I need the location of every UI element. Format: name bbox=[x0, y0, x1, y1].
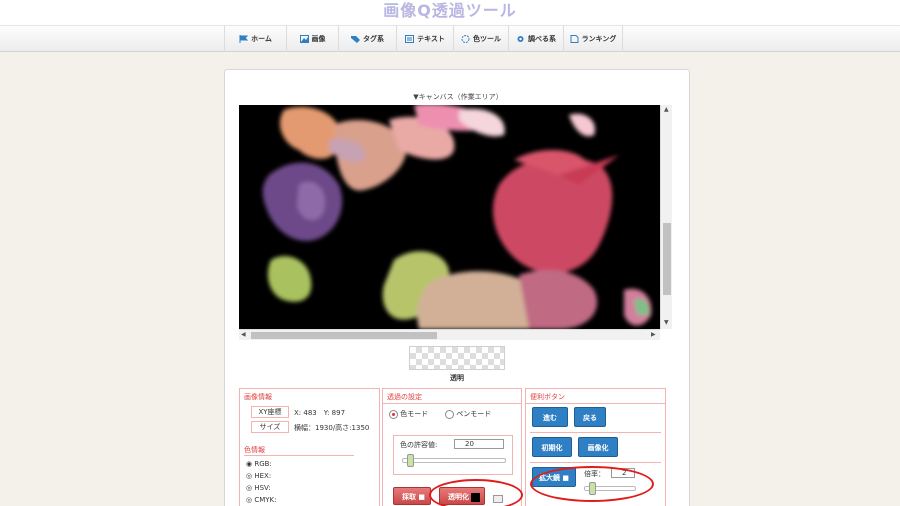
tag-icon bbox=[351, 35, 360, 43]
transparent-swatch bbox=[409, 346, 505, 370]
text-icon bbox=[405, 35, 415, 43]
nav-text-label: テキスト bbox=[417, 35, 445, 43]
scroll-up-icon[interactable]: ▲ bbox=[664, 106, 669, 114]
nav-tags-label: タグ系 bbox=[363, 35, 384, 43]
tolerance-input[interactable]: 20 bbox=[454, 439, 504, 449]
nav-home[interactable]: ホーム bbox=[224, 26, 286, 52]
flag-icon bbox=[239, 35, 249, 43]
xy-label: XY座標 bbox=[251, 406, 289, 418]
nav-tags[interactable]: タグ系 bbox=[338, 26, 396, 52]
transparency-settings-box: 透過の設定 色モード ペンモード 色の許容値: 20 採取 ■ 透明化 bbox=[382, 388, 523, 506]
to-image-button[interactable]: 画像化 bbox=[578, 437, 618, 457]
undo-button[interactable]: 戻る bbox=[574, 407, 606, 427]
nav-color-tools-label: 色ツール bbox=[473, 35, 501, 43]
tolerance-group: 色の許容値: 20 bbox=[393, 435, 513, 475]
site-header: 画像Q透過ツール bbox=[0, 0, 900, 26]
nav-ranking-label: ランキング bbox=[581, 35, 617, 43]
tolerance-slider[interactable] bbox=[402, 458, 506, 463]
vertical-scroll-thumb[interactable] bbox=[663, 223, 671, 295]
redo-button[interactable]: 進む bbox=[532, 407, 568, 427]
main-nav: ホーム 画像 タグ系 テキスト 色ツール 調べる系 ランキング bbox=[0, 26, 900, 52]
transparency-title: 透過の設定 bbox=[387, 393, 422, 401]
canvas-image bbox=[262, 105, 652, 329]
hsv-label: HSV: bbox=[254, 484, 271, 492]
select-color-button[interactable]: 採取 ■ bbox=[393, 487, 431, 505]
xy-value: X: 483 Y: 897 bbox=[294, 409, 346, 417]
select-color-label: 採取 bbox=[402, 493, 416, 501]
utility-divider-3 bbox=[530, 462, 661, 463]
scroll-left-icon[interactable]: ◀ bbox=[241, 331, 246, 339]
color-info-title: 色情報 bbox=[244, 446, 265, 454]
image-info-title: 画像情報 bbox=[244, 393, 272, 401]
transparency-divider bbox=[383, 403, 521, 404]
radio-selected-icon bbox=[389, 409, 398, 419]
reset-button[interactable]: 初期化 bbox=[532, 437, 572, 457]
tool-panel: ▼キャンバス（作業エリア） ▲ ▼ ◀ ▶ 透明 画像情報 XY座標 X: 48… bbox=[224, 69, 690, 506]
canvas-title: ▼キャンバス（作業エリア） bbox=[413, 93, 503, 101]
nav-lookup-label: 調べる系 bbox=[528, 35, 556, 43]
highlight-circle bbox=[429, 479, 523, 506]
palette-icon bbox=[461, 35, 470, 43]
mode-pen-label: ペンモード bbox=[456, 410, 492, 418]
color-option-rgb[interactable]: ◉ RGB: bbox=[246, 460, 272, 468]
color-option-hsv[interactable]: ◎ HSV: bbox=[246, 484, 271, 492]
tolerance-label: 色の許容値: bbox=[400, 441, 438, 449]
work-canvas[interactable] bbox=[239, 105, 660, 329]
nav-ranking[interactable]: ランキング bbox=[563, 26, 623, 52]
image-info-box: 画像情報 XY座標 X: 483 Y: 897 サイズ 横幅：1930/高さ:1… bbox=[239, 388, 380, 506]
radio-unselected-icon bbox=[445, 409, 454, 419]
transparent-label: 透明 bbox=[450, 374, 464, 382]
utility-buttons-box: 便利ボタン 進む 戻る 初期化 画像化 拡大鏡 ■ 倍率： 2 bbox=[525, 388, 666, 506]
utility-divider bbox=[526, 403, 665, 404]
hex-label: HEX: bbox=[254, 472, 272, 480]
scroll-right-icon[interactable]: ▶ bbox=[651, 331, 656, 339]
highlight-circle-2 bbox=[530, 466, 654, 502]
rgb-label: RGB: bbox=[254, 460, 272, 468]
nav-lookup[interactable]: 調べる系 bbox=[508, 26, 563, 52]
horizontal-scroll-thumb[interactable] bbox=[251, 332, 437, 339]
nav-home-label: ホーム bbox=[251, 35, 272, 43]
color-info-divider bbox=[244, 455, 354, 456]
gear-icon bbox=[516, 35, 525, 43]
size-label: サイズ bbox=[251, 421, 289, 433]
utility-divider-2 bbox=[530, 432, 661, 433]
canvas-horizontal-scrollbar[interactable]: ◀ ▶ bbox=[239, 329, 660, 340]
nav-text[interactable]: テキスト bbox=[396, 26, 453, 52]
canvas-vertical-scrollbar[interactable]: ▲ ▼ bbox=[660, 105, 672, 329]
color-option-cmyk[interactable]: ◎ CMYK: bbox=[246, 496, 277, 504]
nav-image[interactable]: 画像 bbox=[286, 26, 338, 52]
mode-pen-radio[interactable]: ペンモード bbox=[445, 409, 491, 419]
image-icon bbox=[299, 35, 309, 43]
mode-color-label: 色モード bbox=[400, 410, 429, 418]
mode-color-radio[interactable]: 色モード bbox=[389, 409, 428, 419]
utility-title: 便利ボタン bbox=[530, 393, 565, 401]
cmyk-label: CMYK: bbox=[254, 496, 277, 504]
nav-color-tools[interactable]: 色ツール bbox=[453, 26, 508, 52]
size-value: 横幅：1930/高さ:1350 bbox=[294, 424, 370, 432]
scroll-down-icon[interactable]: ▼ bbox=[664, 319, 669, 327]
nav-image-label: 画像 bbox=[311, 35, 326, 43]
document-icon bbox=[570, 35, 579, 43]
tolerance-slider-handle[interactable] bbox=[407, 454, 414, 467]
color-option-hex[interactable]: ◎ HEX: bbox=[246, 472, 271, 480]
site-logo[interactable]: 画像Q透過ツール bbox=[0, 0, 900, 22]
